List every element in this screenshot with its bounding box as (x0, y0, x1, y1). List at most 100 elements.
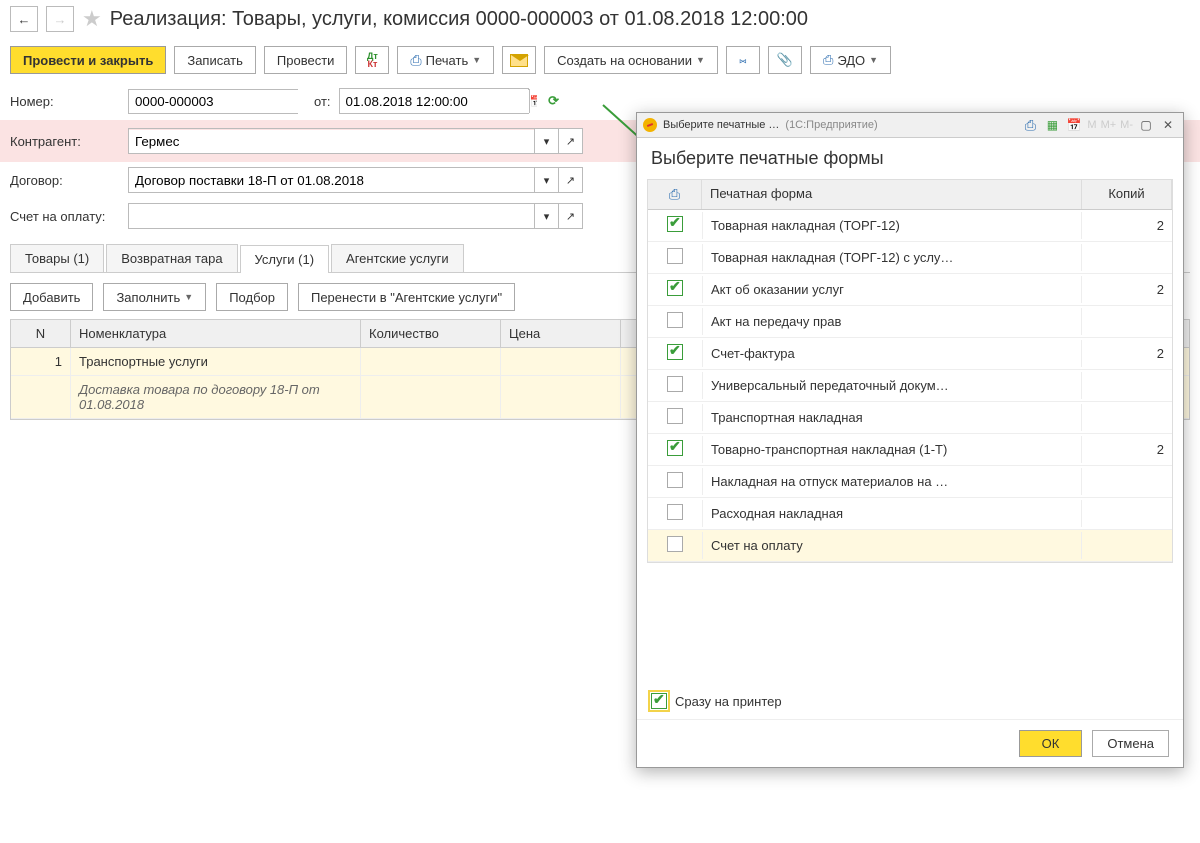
create-based-label: Создать на основании (557, 53, 692, 68)
print-form-checkbox[interactable] (667, 504, 683, 520)
email-icon (510, 54, 528, 67)
number-input[interactable] (129, 90, 318, 113)
forward-button[interactable]: → (46, 6, 74, 32)
save-button[interactable]: Записать (174, 46, 256, 74)
attachment-button[interactable]: 📎 (768, 46, 802, 74)
cell-n: 1 (11, 348, 71, 375)
refresh-button[interactable]: ⟳ (537, 87, 571, 115)
print-form-checkbox[interactable] (667, 344, 683, 360)
kontragent-input[interactable] (129, 130, 534, 153)
edo-button[interactable]: ⎙ ЭДО ▼ (810, 46, 891, 74)
from-label: от: (314, 94, 331, 109)
print-form-copies (1082, 380, 1172, 392)
tb-printer-icon[interactable]: ⎙ (1021, 116, 1039, 134)
print-form-checkbox[interactable] (667, 440, 683, 456)
print-form-copies (1082, 316, 1172, 328)
tb-calc-icon[interactable]: ▦ (1043, 116, 1061, 134)
cell-description: Доставка товара по договору 18-П от 01.0… (71, 376, 361, 418)
print-form-row[interactable]: Товарная накладная (ТОРГ-12)2 (648, 210, 1172, 242)
post-button[interactable]: Провести (264, 46, 348, 74)
print-form-row[interactable]: Товарная накладная (ТОРГ-12) с услу… (648, 242, 1172, 274)
print-form-checkbox[interactable] (667, 312, 683, 328)
post-and-close-button[interactable]: Провести и закрыть (10, 46, 166, 74)
contract-input[interactable] (129, 169, 534, 192)
tb-m-minus[interactable]: M (1087, 119, 1096, 131)
page-title: Реализация: Товары, услуги, комиссия 000… (110, 8, 808, 31)
open-button[interactable]: ↗ (558, 129, 582, 153)
add-button[interactable]: Добавить (10, 283, 93, 311)
print-form-name: Товарно-транспортная накладная (1-Т) (702, 436, 1082, 463)
th-n: N (11, 320, 71, 347)
tb-m-plus[interactable]: M+ (1101, 119, 1117, 131)
select-button[interactable]: Подбор (216, 283, 288, 311)
print-form-name: Акт об оказании услуг (702, 276, 1082, 303)
print-form-checkbox[interactable] (667, 408, 683, 424)
print-form-checkbox[interactable] (667, 248, 683, 264)
print-button[interactable]: ⎙ Печать ▼ (397, 46, 494, 74)
print-form-copies: 2 (1082, 276, 1172, 303)
open-button[interactable]: ↗ (558, 204, 582, 228)
print-form-checkbox[interactable] (667, 376, 683, 392)
print-form-checkbox[interactable] (667, 216, 683, 232)
th-price: Цена (501, 320, 621, 347)
print-form-name: Расходная накладная (702, 500, 1082, 527)
print-form-row[interactable]: Накладная на отпуск материалов на … (648, 466, 1172, 498)
dropdown-button[interactable]: ▾ (534, 168, 558, 192)
tab-agent[interactable]: Агентские услуги (331, 244, 464, 272)
tb-maximize-icon[interactable]: ▢ (1137, 116, 1155, 134)
print-form-row[interactable]: Акт об оказании услуг2 (648, 274, 1172, 306)
print-form-row[interactable]: Транспортная накладная (648, 402, 1172, 434)
cell-quantity (361, 348, 501, 375)
print-form-copies: 2 (1082, 436, 1172, 463)
print-form-row[interactable]: Счет на оплату (648, 530, 1172, 562)
dt-kt-button[interactable]: ДтКт (355, 46, 389, 74)
email-button[interactable] (502, 46, 536, 74)
create-based-button[interactable]: Создать на основании ▼ (544, 46, 718, 74)
structure-button[interactable]: ⑅ (726, 46, 760, 74)
favorite-star-icon[interactable]: ★ (82, 6, 102, 32)
to-printer-checkbox[interactable] (651, 693, 667, 709)
refresh-icon: ⟳ (548, 93, 559, 109)
print-form-name: Накладная на отпуск материалов на … (702, 468, 1082, 495)
dialog-title-short: Выберите печатные … (663, 119, 779, 131)
chevron-down-icon: ▼ (472, 55, 481, 65)
print-form-checkbox[interactable] (667, 472, 683, 488)
print-form-row[interactable]: Расходная накладная (648, 498, 1172, 530)
tab-goods[interactable]: Товары (1) (10, 244, 104, 272)
print-form-row[interactable]: Счет-фактура2 (648, 338, 1172, 370)
tb-close-icon[interactable]: ✕ (1159, 116, 1177, 134)
print-form-row[interactable]: Универсальный передаточный докум… (648, 370, 1172, 402)
tb-m-minus2[interactable]: M- (1120, 119, 1133, 131)
tab-tara[interactable]: Возвратная тара (106, 244, 237, 272)
tb-calendar-icon[interactable]: 📅 (1065, 116, 1083, 134)
print-form-row[interactable]: Акт на передачу прав (648, 306, 1172, 338)
edo-label: ЭДО (837, 53, 865, 68)
move-button[interactable]: Перенести в "Агентские услуги" (298, 283, 515, 311)
number-label: Номер: (10, 94, 120, 109)
ok-button[interactable]: ОК (1019, 730, 1083, 757)
print-form-copies (1082, 540, 1172, 552)
pt-header-print-icon: ⎙ (648, 180, 702, 209)
fill-label: Заполнить (116, 290, 180, 305)
cancel-button[interactable]: Отмена (1092, 730, 1169, 757)
dropdown-button[interactable]: ▾ (534, 204, 558, 228)
chevron-down-icon: ▼ (869, 55, 878, 65)
pt-header-form: Печатная форма (702, 180, 1082, 209)
fill-button[interactable]: Заполнить ▼ (103, 283, 206, 311)
print-form-checkbox[interactable] (667, 536, 683, 552)
open-button[interactable]: ↗ (558, 168, 582, 192)
print-form-name: Товарная накладная (ТОРГ-12) (702, 212, 1082, 239)
print-form-name: Счет-фактура (702, 340, 1082, 367)
date-input[interactable] (340, 90, 529, 113)
print-form-copies: 2 (1082, 340, 1172, 367)
print-form-row[interactable]: Товарно-транспортная накладная (1-Т)2 (648, 434, 1172, 466)
invoice-input[interactable] (129, 205, 534, 228)
back-button[interactable]: ← (10, 6, 38, 32)
tab-services[interactable]: Услуги (1) (240, 245, 329, 273)
dialog-titlebar: Выберите печатные … (1С:Предприятие) ⎙ ▦… (637, 113, 1183, 138)
chevron-down-icon: ▼ (696, 55, 705, 65)
dropdown-button[interactable]: ▾ (534, 129, 558, 153)
edo-icon: ⎙ (823, 52, 833, 68)
cell-nomenclature: Транспортные услуги (71, 348, 361, 375)
print-form-checkbox[interactable] (667, 280, 683, 296)
